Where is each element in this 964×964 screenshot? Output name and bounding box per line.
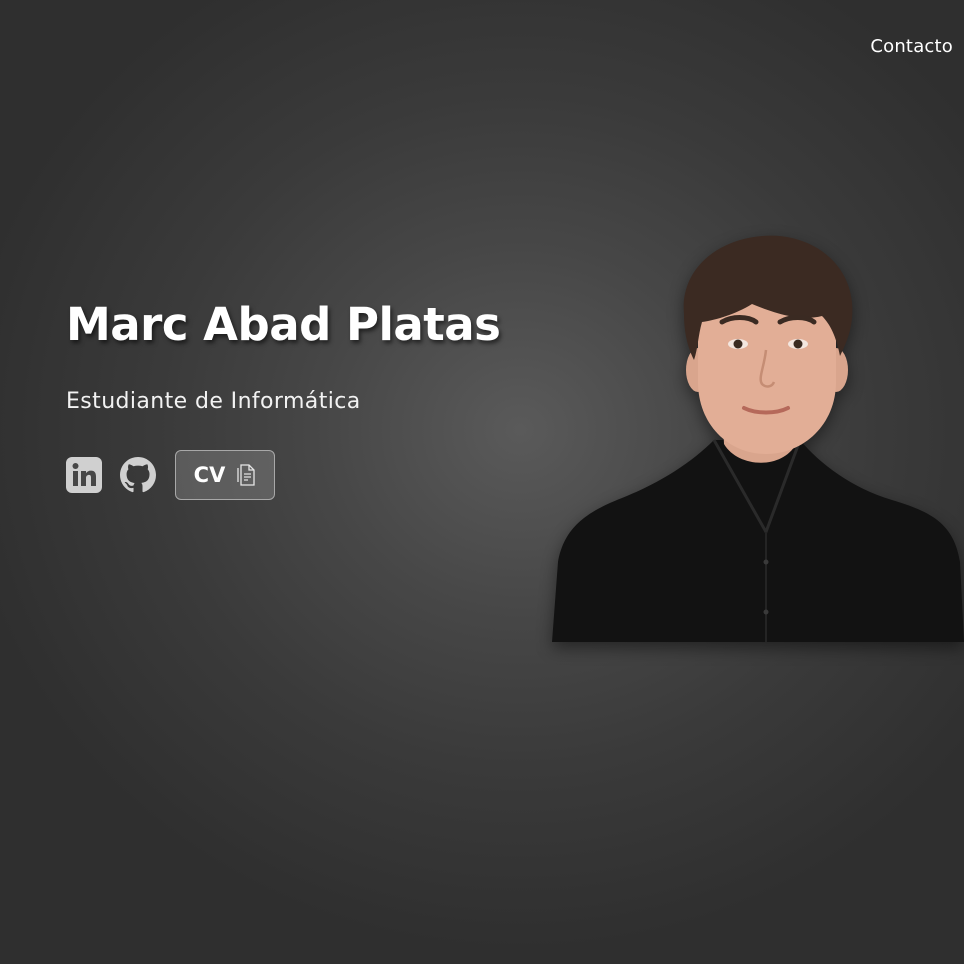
github-icon	[120, 457, 156, 493]
cv-label: CV	[193, 463, 226, 487]
portrait-image	[552, 235, 964, 642]
github-link[interactable]	[120, 457, 156, 493]
nav-contact-link[interactable]: Contacto	[870, 36, 953, 57]
hero-subtitle: Estudiante de Informática	[66, 389, 361, 414]
social-links: CV	[66, 450, 500, 500]
linkedin-link[interactable]	[66, 457, 102, 493]
hero-section: Marc Abad Platas Estudiante de Informáti…	[66, 298, 501, 500]
linkedin-icon	[66, 457, 102, 493]
document-icon	[237, 464, 255, 486]
cv-button[interactable]: CV	[175, 450, 275, 500]
portrait-shirt	[552, 440, 964, 642]
hero-name: Marc Abad Platas	[66, 298, 501, 351]
